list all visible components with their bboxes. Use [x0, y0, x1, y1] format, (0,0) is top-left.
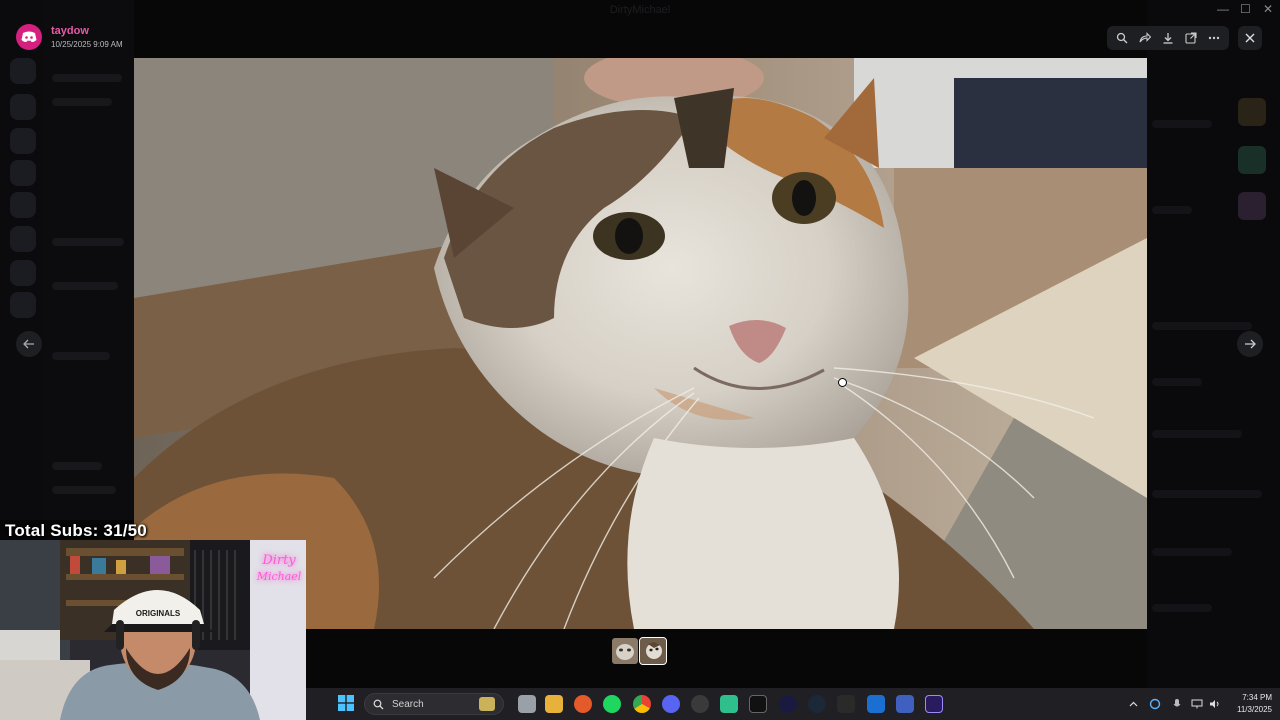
total-subs-counter: Total Subs: 31/50	[5, 521, 147, 540]
audio-app-icon[interactable]	[779, 695, 797, 713]
previous-image-button[interactable]	[16, 331, 42, 357]
system-clock[interactable]: 7:34 PM 11/3/2025	[1237, 692, 1272, 716]
server-list-background	[0, 0, 44, 520]
svg-text:ORIGINALS: ORIGINALS	[136, 609, 181, 618]
more-icon[interactable]	[1204, 28, 1224, 48]
discord-logo-icon	[21, 31, 37, 42]
steam-icon[interactable]	[808, 695, 826, 713]
streaming-tool-icon[interactable]	[749, 695, 767, 713]
clock-time: 7:34 PM	[1242, 693, 1272, 702]
clock-date: 11/3/2025	[1237, 705, 1272, 714]
launcher-icon[interactable]	[867, 695, 885, 713]
close-viewer-button[interactable]	[1238, 26, 1262, 50]
task-view-icon[interactable]	[518, 695, 536, 713]
discord-avatar[interactable]	[16, 24, 42, 50]
chat-app-icon[interactable]	[720, 695, 738, 713]
streamer-webcam: Dirty Michael ORIGINALS	[0, 540, 306, 720]
microphone-icon[interactable]	[1170, 697, 1184, 711]
close-icon	[1245, 33, 1255, 43]
windows-start-icon[interactable]	[338, 695, 354, 711]
network-icon[interactable]	[1190, 697, 1204, 711]
uploader-username[interactable]: taydow	[51, 25, 123, 37]
upload-timestamp: 10/25/2025 9:09 AM	[51, 40, 123, 49]
settings-app-icon[interactable]	[896, 695, 914, 713]
firefox-icon[interactable]	[574, 695, 592, 713]
epic-games-icon[interactable]	[837, 695, 855, 713]
thumbnail-1[interactable]	[612, 638, 638, 664]
obs-icon[interactable]	[691, 695, 709, 713]
maximize-icon[interactable]: ☐	[1240, 2, 1251, 16]
file-explorer-icon[interactable]	[545, 695, 563, 713]
volume-icon[interactable]	[1208, 697, 1222, 711]
taskbar-search[interactable]: Search	[364, 693, 504, 715]
discord-icon[interactable]	[662, 695, 680, 713]
thumbnail-2[interactable]	[639, 637, 667, 665]
taskbar: Search 7:34 PM 11/3/2025	[306, 688, 1280, 720]
search-icon	[373, 699, 384, 709]
premiere-pro-icon[interactable]	[925, 695, 943, 713]
search-highlight-icon	[479, 697, 495, 711]
image-toolbar	[1107, 26, 1229, 50]
download-icon[interactable]	[1158, 28, 1178, 48]
chevron-up-icon[interactable]	[1126, 697, 1140, 711]
mouse-cursor	[838, 378, 847, 387]
zoom-icon[interactable]	[1112, 28, 1132, 48]
svg-text:Michael: Michael	[256, 570, 302, 583]
svg-text:Dirty: Dirty	[261, 553, 296, 568]
spotify-icon[interactable]	[603, 695, 621, 713]
minimize-icon[interactable]: —	[1217, 2, 1229, 16]
search-label: Search	[392, 698, 424, 710]
arrow-right-icon	[1245, 339, 1256, 349]
next-image-button[interactable]	[1237, 331, 1263, 357]
open-external-icon[interactable]	[1181, 28, 1201, 48]
chrome-icon[interactable]	[633, 695, 651, 713]
uploader-info: taydow 10/25/2025 9:09 AM	[16, 24, 123, 50]
share-forward-icon[interactable]	[1135, 28, 1155, 48]
window-title: DirtyMichael	[609, 4, 671, 16]
window-close-icon[interactable]: ✕	[1263, 2, 1273, 16]
sync-icon[interactable]	[1148, 697, 1162, 711]
screen: DirtyMichael — ☐ ✕ taydow 10/25/2025 9:0…	[0, 0, 1280, 720]
arrow-left-icon	[23, 339, 34, 349]
thumbnail-strip	[612, 637, 667, 665]
